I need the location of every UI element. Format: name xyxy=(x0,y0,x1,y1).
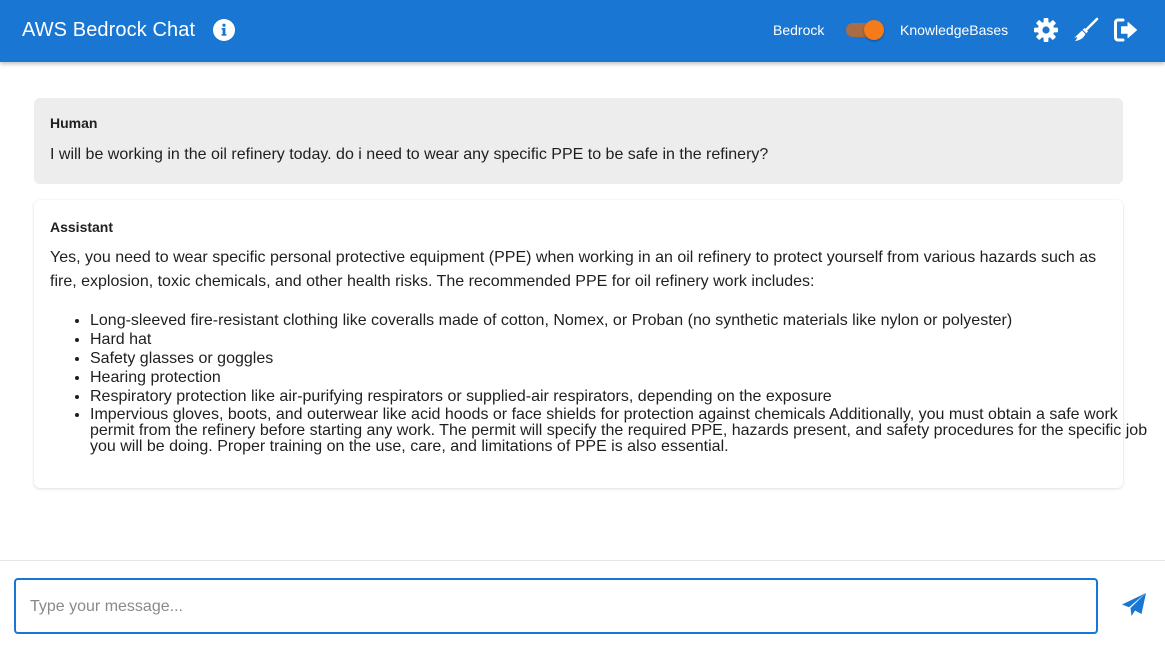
mode-label-bedrock: Bedrock xyxy=(773,22,825,38)
list-item: Hearing protection xyxy=(90,368,1150,387)
switch-thumb xyxy=(864,20,884,40)
clear-chat-button[interactable] xyxy=(1073,17,1099,43)
human-message: Human I will be working in the oil refin… xyxy=(34,98,1123,184)
answer-paragraph: Yes, you need to wear specific personal … xyxy=(50,249,1097,290)
message-text: I will be working in the oil refinery to… xyxy=(50,146,769,163)
message-role: Human xyxy=(50,115,98,131)
app-bar: AWS Bedrock Chat Bedrock KnowledgeBases xyxy=(0,0,1165,62)
list-item: Respiratory protection like air-purifyin… xyxy=(90,387,1150,406)
info-icon xyxy=(213,19,235,41)
divider xyxy=(0,560,1165,561)
mode-toggle-switch[interactable] xyxy=(844,20,884,40)
message-input[interactable] xyxy=(28,580,1082,634)
message-role: Assistant xyxy=(50,219,114,235)
send-button[interactable] xyxy=(1120,591,1148,619)
settings-button[interactable] xyxy=(1033,17,1059,43)
logout-button[interactable] xyxy=(1113,17,1139,43)
info-button[interactable] xyxy=(212,18,236,42)
broom-icon xyxy=(1074,17,1099,41)
list-item: Hard hat xyxy=(90,330,1150,349)
app-title: AWS Bedrock Chat xyxy=(22,19,196,41)
message-composer xyxy=(14,578,1098,634)
list-item: Safety glasses or goggles xyxy=(90,349,1150,368)
list-item: Impervious gloves, boots, and outerwear … xyxy=(90,406,1150,455)
logout-icon xyxy=(1114,18,1137,42)
gear-icon xyxy=(1034,18,1058,42)
list-item: Long-sleeved fire-resistant clothing lik… xyxy=(90,311,1150,330)
ppe-list: Long-sleeved fire-resistant clothing lik… xyxy=(50,311,1150,455)
send-icon xyxy=(1122,593,1146,616)
mode-label-knowledgebases: KnowledgeBases xyxy=(900,22,1009,38)
assistant-message: Assistant Yes, you need to wear specific… xyxy=(34,200,1147,488)
